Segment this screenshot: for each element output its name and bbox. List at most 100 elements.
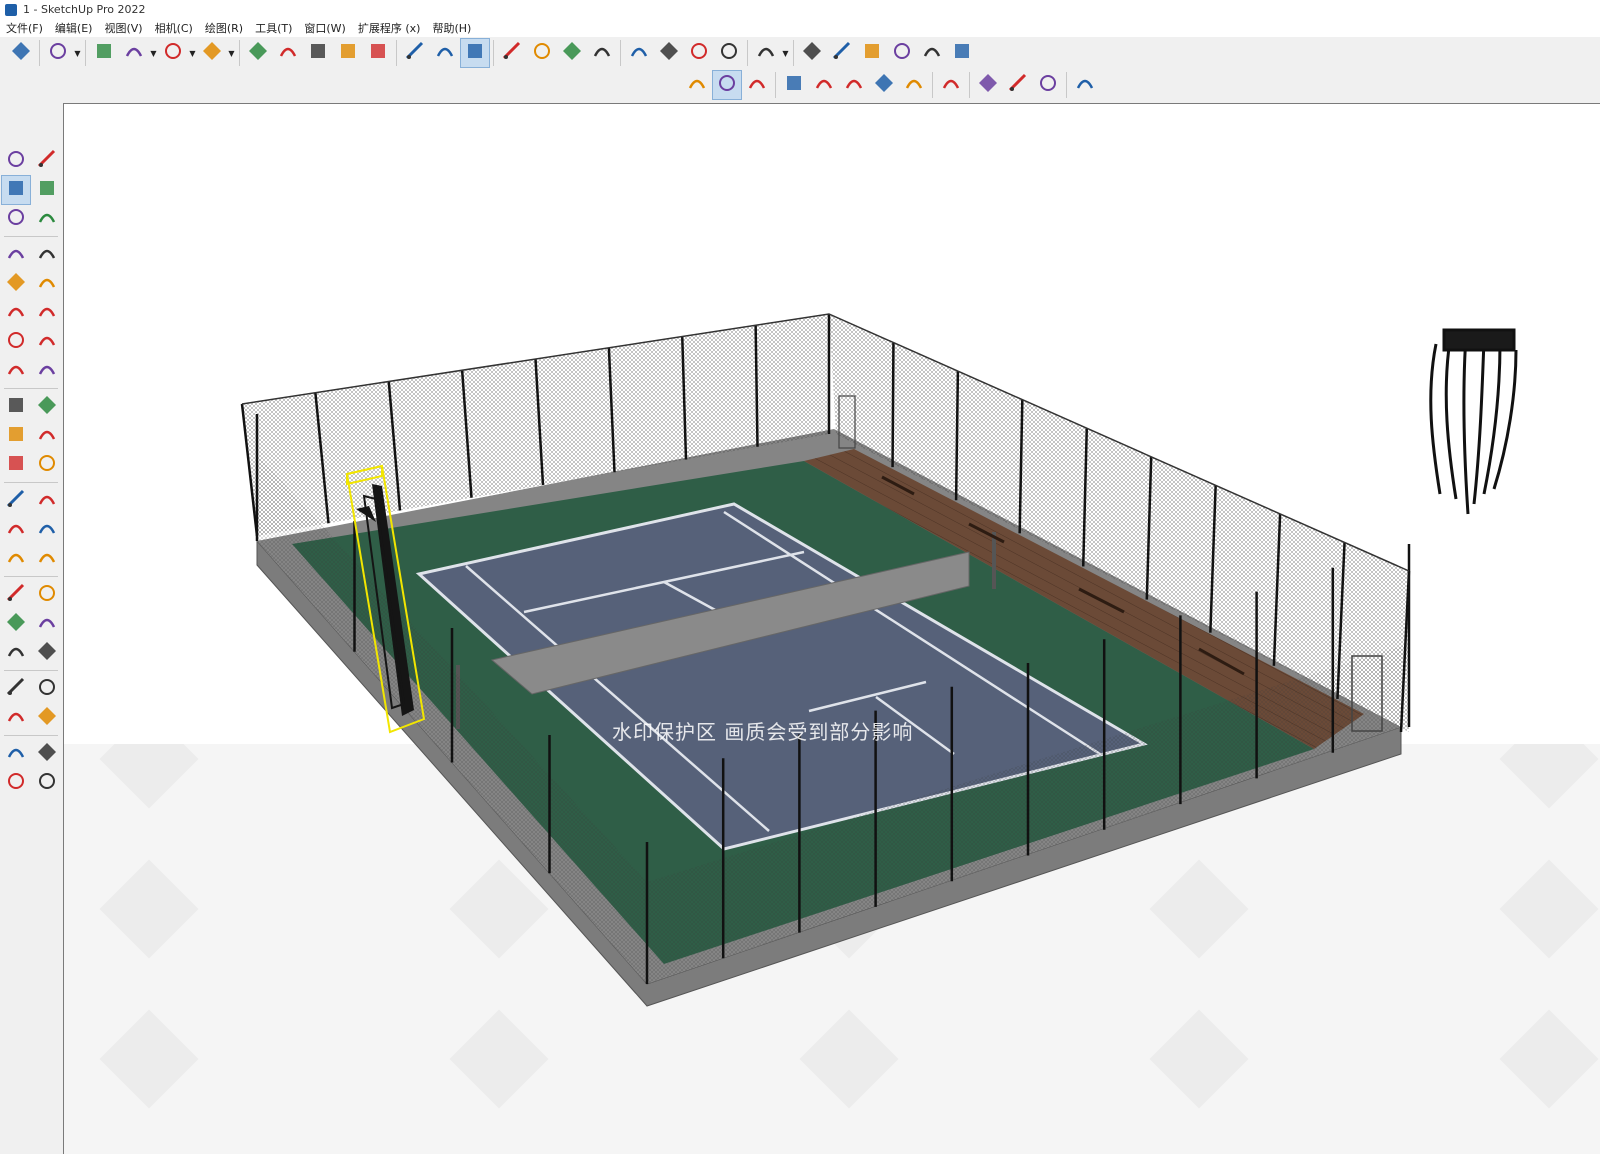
3d-text-button[interactable]	[33, 545, 61, 573]
move-button[interactable]	[2, 393, 30, 421]
extension-manager-button[interactable]	[33, 769, 61, 797]
model-viewport[interactable]: 水印保护区 画质会受到部分影响	[63, 103, 1600, 1154]
dropdown-arrow-icon[interactable]: ▼	[781, 39, 790, 67]
left-view-button[interactable]	[948, 39, 976, 67]
chat-button[interactable]	[974, 71, 1002, 99]
walk-button[interactable]	[2, 675, 30, 703]
tag-button[interactable]	[33, 205, 61, 233]
scale-button[interactable]	[364, 39, 392, 67]
scale-button[interactable]	[2, 451, 30, 479]
orbit-button[interactable]	[2, 581, 30, 609]
polygon-button[interactable]	[33, 299, 61, 327]
top-view-button[interactable]	[858, 39, 886, 67]
freehand-button[interactable]	[33, 241, 61, 269]
pencil-line-button[interactable]	[120, 39, 148, 67]
dimension-button[interactable]	[33, 487, 61, 515]
settings-gears-button[interactable]	[937, 71, 965, 99]
tennis-court-model[interactable]	[64, 104, 1600, 1154]
add-location-button[interactable]	[780, 71, 808, 99]
layout-button[interactable]	[2, 769, 30, 797]
scene-camera-button[interactable]	[743, 71, 771, 99]
checker-button[interactable]	[870, 71, 898, 99]
dropdown-arrow-icon[interactable]: ▼	[188, 39, 197, 67]
eraser-button[interactable]	[33, 176, 61, 204]
tape-measure-button[interactable]	[401, 39, 429, 67]
zoom-window-button[interactable]	[33, 610, 61, 638]
pan-button[interactable]	[528, 39, 556, 67]
zoom-glass-button[interactable]	[2, 610, 30, 638]
paint-bucket-button[interactable]	[460, 38, 490, 68]
make-component-button[interactable]	[2, 205, 30, 233]
select-button[interactable]	[44, 39, 72, 67]
front-view-button[interactable]	[828, 39, 856, 67]
menu-camera[interactable]: 相机(C)	[149, 20, 199, 36]
position-camera-button[interactable]	[33, 704, 61, 732]
back-view-button[interactable]	[918, 39, 946, 67]
text-button[interactable]	[33, 516, 61, 544]
warehouse-button[interactable]	[625, 39, 653, 67]
pan-button[interactable]	[33, 581, 61, 609]
zoom-button[interactable]	[7, 39, 35, 67]
arc-button[interactable]	[2, 328, 30, 356]
lasso-button[interactable]	[33, 147, 61, 175]
menu-view[interactable]: 视图(V)	[98, 20, 148, 36]
dropdown-arrow-icon[interactable]: ▼	[227, 39, 236, 67]
protractor-button[interactable]	[2, 516, 30, 544]
zoom-glass-button[interactable]	[558, 39, 586, 67]
sections-button[interactable]	[712, 70, 742, 100]
two-point-arc-button[interactable]	[33, 328, 61, 356]
extension-warehouse-button[interactable]	[655, 39, 683, 67]
layout-button[interactable]	[685, 39, 713, 67]
menu-file[interactable]: 文件(F)	[0, 20, 49, 36]
axes-button[interactable]	[2, 545, 30, 573]
rectangle-button[interactable]	[2, 270, 30, 298]
menu-extensions[interactable]: 扩展程序 (x)	[352, 20, 427, 36]
pencil-line-button[interactable]	[2, 241, 30, 269]
rectangle-button[interactable]	[198, 39, 226, 67]
push-pull-button[interactable]	[33, 393, 61, 421]
rotate-button[interactable]	[2, 422, 30, 450]
shadow-button[interactable]	[810, 71, 838, 99]
follow-me-button[interactable]	[33, 422, 61, 450]
circle-button[interactable]	[2, 299, 30, 327]
menu-draw[interactable]: 绘图(R)	[199, 20, 249, 36]
menu-edit[interactable]: 编辑(E)	[49, 20, 99, 36]
menu-help[interactable]: 帮助(H)	[426, 20, 477, 36]
rotate-button[interactable]	[334, 39, 362, 67]
extension-manager-button[interactable]	[715, 39, 743, 67]
extension-warehouse-button[interactable]	[33, 740, 61, 768]
cloud-upload-button[interactable]	[900, 71, 928, 99]
orbit-button[interactable]	[498, 39, 526, 67]
footprints-button[interactable]	[2, 704, 30, 732]
three-point-arc-button[interactable]	[2, 357, 30, 385]
dropdown-arrow-icon[interactable]: ▼	[73, 39, 82, 67]
rotated-rectangle-button[interactable]	[33, 270, 61, 298]
push-pull-button[interactable]	[244, 39, 272, 67]
light-tower-model[interactable]	[1429, 328, 1518, 515]
user-account-button[interactable]	[752, 39, 780, 67]
arc-button[interactable]	[159, 39, 187, 67]
iso-view-button[interactable]	[798, 39, 826, 67]
pie-button[interactable]	[33, 357, 61, 385]
look-around-button[interactable]	[33, 675, 61, 703]
photo-texture-button[interactable]	[840, 71, 868, 99]
dropdown-arrow-icon[interactable]: ▼	[149, 39, 158, 67]
cart-button[interactable]	[1034, 71, 1062, 99]
menu-window[interactable]: 窗口(W)	[298, 20, 351, 36]
zoom-extents-button[interactable]	[2, 639, 30, 667]
text-button[interactable]	[431, 39, 459, 67]
paint-bucket-button[interactable]	[1, 174, 31, 205]
select-button[interactable]	[2, 147, 30, 175]
offset-button[interactable]	[33, 451, 61, 479]
tape-measure-button[interactable]	[2, 487, 30, 515]
previous-view-button[interactable]	[33, 639, 61, 667]
solid-tools-button[interactable]	[683, 71, 711, 99]
eraser-button[interactable]	[90, 39, 118, 67]
move-button[interactable]	[304, 39, 332, 67]
zoom-extents-button[interactable]	[588, 39, 616, 67]
profile-button[interactable]	[1071, 71, 1099, 99]
menu-tools[interactable]: 工具(T)	[249, 20, 298, 36]
follow-me-button[interactable]	[274, 39, 302, 67]
warehouse-button[interactable]	[2, 740, 30, 768]
right-view-button[interactable]	[888, 39, 916, 67]
